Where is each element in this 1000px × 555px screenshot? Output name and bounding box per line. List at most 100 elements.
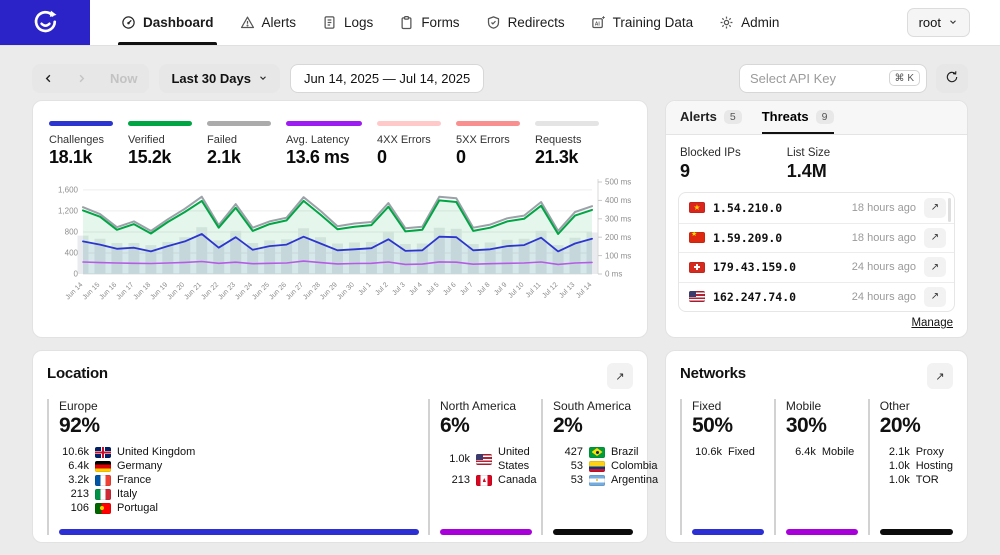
nav-label: Training Data [612,15,694,30]
metric-4xx-errors[interactable]: 4XX Errors 0 [377,121,441,168]
tab-alerts-panel[interactable]: Alerts 5 [680,101,742,134]
svg-text:Jun 20: Jun 20 [166,281,186,301]
nav-label: Redirects [507,15,565,30]
arrow-up-right-icon: ↗ [935,370,945,383]
brand-logo[interactable] [0,0,90,45]
refresh-button[interactable] [936,63,968,93]
arrow-up-right-icon: ↗ [615,370,625,383]
nav-label: Forms [421,15,460,30]
svg-text:1,200: 1,200 [58,207,79,216]
blocked-ip-row[interactable]: 1.54.210.0 18 hours ago ↗ [679,193,954,223]
network-share-bar [692,529,764,535]
traffic-timeseries-chart[interactable]: 04008001,2001,6000 ms100 ms200 ms300 ms4… [47,174,635,324]
country-name: France [117,474,152,486]
svg-text:Jul 8: Jul 8 [476,281,491,296]
svg-text:200 ms: 200 ms [605,233,631,242]
network-fixed: Fixed 50% 10.6k Fixed [680,399,764,535]
threats-tabbar: Alerts 5 Threats 9 [666,101,967,135]
region-percent: 92% [59,414,100,437]
arrow-up-right-icon: ↗ [930,261,940,273]
country-value: 10.6k [62,446,89,458]
arrow-up-right-icon: ↗ [930,202,940,214]
metric-avg-latency[interactable]: Avg. Latency 13.6 ms [286,121,362,168]
threat-stats: Blocked IPs 9 List Size 1.4M [666,135,967,192]
region-share-bar [59,529,419,535]
tab-label: Threats [761,109,809,124]
tab-admin[interactable]: Admin [706,0,792,45]
arrow-up-right-icon: ↗ [930,232,940,244]
arrow-up-right-icon: ↗ [930,291,940,303]
country-row: 213 Italy [59,487,419,501]
nav-label: Alerts [261,15,297,30]
time-ago: 24 hours ago [851,261,916,274]
expand-networks-button[interactable]: ↗ [927,363,953,389]
country-name: Portugal [117,502,158,514]
tab-threats-panel[interactable]: Threats 9 [761,101,834,134]
region-name: Europe [59,399,98,413]
date-range-dropdown[interactable]: Last 30 Days [159,63,280,93]
country-flag-icon [589,474,605,486]
list-scrollbar[interactable] [947,198,951,222]
now-button[interactable]: Now [98,64,149,93]
threats-count-badge: 9 [815,109,834,124]
country-name: United Kingdom [117,446,196,458]
region-europe: Europe 92% 10.6k United Kingdom 6.4k Germa… [47,399,419,535]
tab-redirects[interactable]: Redirects [473,0,578,45]
blocked-ip-row[interactable]: 1.59.209.0 18 hours ago ↗ [679,222,954,253]
alerts-count-badge: 5 [723,109,742,124]
country-flag-icon [689,291,705,303]
country-flag-icon [589,460,605,472]
blocked-ip-row[interactable]: 179.43.159.0 24 hours ago ↗ [679,252,954,282]
metric-challenges[interactable]: Challenges 18.1k [49,121,113,168]
network-value: 2.1k [888,446,910,458]
svg-text:Jul 12: Jul 12 [541,281,559,299]
date-range-value[interactable]: Jun 14, 2025 — Jul 14, 2025 [289,63,485,93]
country-row: 3.2k France [59,473,419,487]
svg-text:Jul 1: Jul 1 [357,281,372,296]
region-south-america: South America 2% 427 Brazil 53 Colombia 53… [541,399,658,535]
network-row: 6.4k Mobile [786,445,858,459]
metric-label: Requests [535,134,582,146]
toolbar: Now Last 30 Days Jun 14, 2025 — Jul 14, … [32,63,968,93]
tab-logs[interactable]: Logs [309,0,386,45]
open-ip-button[interactable]: ↗ [924,286,946,307]
country-flag-icon [95,446,111,458]
tab-dashboard[interactable]: Dashboard [108,0,227,45]
metric-failed[interactable]: Failed 2.1k [207,121,271,168]
svg-text:100 ms: 100 ms [605,251,631,260]
country-row: 1.0k United States [440,445,532,473]
tab-forms[interactable]: Forms [386,0,472,45]
blocked-ip-row[interactable]: 162.247.74.0 24 hours ago ↗ [679,281,954,312]
network-percent: 50% [692,414,733,437]
manage-link[interactable]: Manage [680,317,953,329]
api-key-input[interactable] [750,70,889,86]
forward-button[interactable] [65,64,98,93]
clipboard-icon [399,15,414,30]
metric-5xx-errors[interactable]: 5XX Errors 0 [456,121,520,168]
api-key-select[interactable]: ⌘ K [739,63,927,93]
svg-text:400 ms: 400 ms [605,196,631,205]
metric-color-bar [456,121,520,126]
time-ago: 24 hours ago [851,290,916,303]
network-item-name: Proxy [915,446,944,458]
metric-value: 2.1k [207,147,241,167]
open-ip-button[interactable]: ↗ [924,257,946,278]
network-name: Mobile [785,399,822,413]
metric-value: 13.6 ms [286,147,350,167]
tab-training-data[interactable]: AI Training Data [578,0,707,45]
metric-verified[interactable]: Verified 15.2k [128,121,192,168]
back-button[interactable] [32,64,65,93]
tab-alerts[interactable]: Alerts [227,0,310,45]
metric-label: Avg. Latency [286,134,350,146]
country-flag-icon [689,232,705,244]
country-row: 106 Portugal [59,501,419,515]
user-menu-button[interactable]: root [906,8,970,37]
open-ip-button[interactable]: ↗ [924,197,946,218]
region-share-bar [553,529,633,535]
metric-requests[interactable]: Requests 21.3k [535,121,599,168]
svg-text:Jun 29: Jun 29 [319,281,339,301]
expand-location-button[interactable]: ↗ [607,363,633,389]
open-ip-button[interactable]: ↗ [924,227,946,248]
network-value: 1.0k [888,474,910,486]
metric-color-bar [128,121,192,126]
